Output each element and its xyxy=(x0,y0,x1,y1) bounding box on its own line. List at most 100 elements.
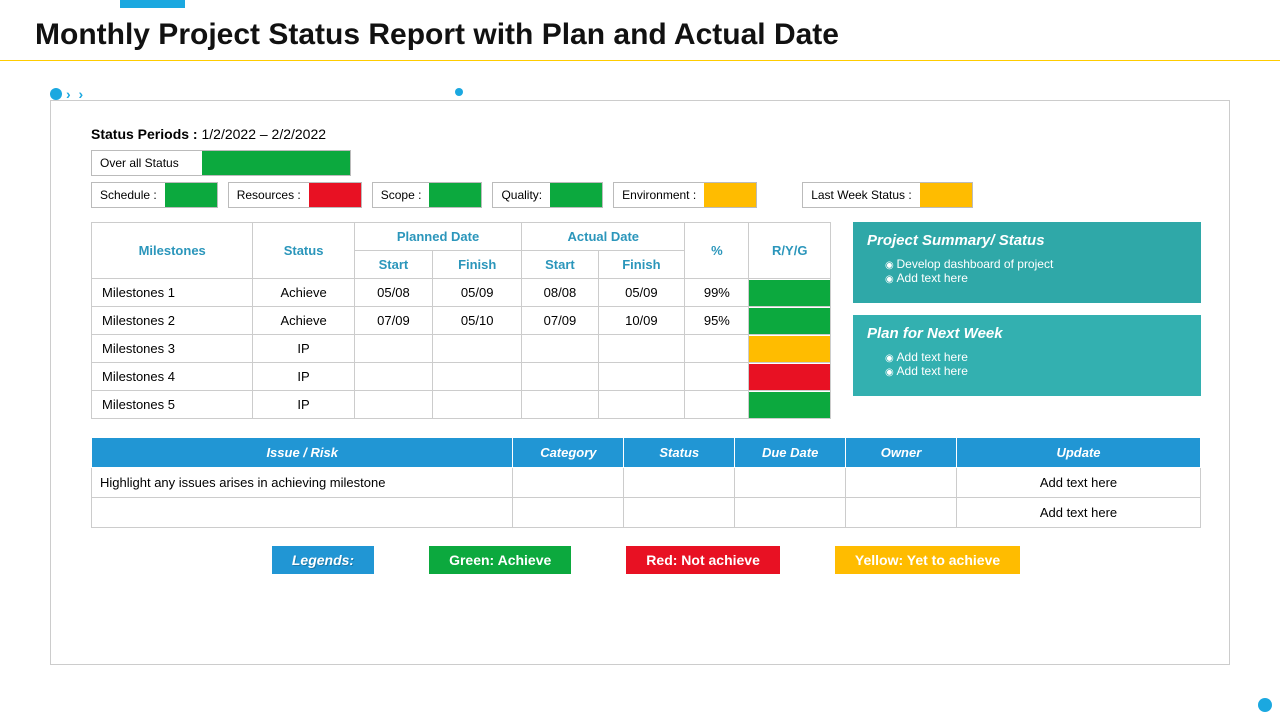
metric-scope: Scope : xyxy=(372,182,483,208)
list-item: Add text here xyxy=(885,364,1187,378)
cell-as: 07/09 xyxy=(522,307,598,335)
issue-col: Due Date xyxy=(735,438,846,468)
cell-ryg xyxy=(749,335,831,363)
nextweek-title: Plan for Next Week xyxy=(867,325,1187,342)
cell-pct: 99% xyxy=(685,279,749,307)
list-item: Develop dashboard of project xyxy=(885,257,1187,271)
list-item: Add text here xyxy=(885,271,1187,285)
metric-label: Scope : xyxy=(373,188,430,202)
cell-status: Achieve xyxy=(253,307,354,335)
cell-pct xyxy=(685,391,749,419)
cell xyxy=(846,468,957,498)
col-pstart: Start xyxy=(354,251,432,279)
col-milestones: Milestones xyxy=(92,223,253,279)
metric-label: Last Week Status : xyxy=(803,188,920,202)
table-row: Add text here xyxy=(92,498,1201,528)
cell-pf xyxy=(433,391,522,419)
cell-ps xyxy=(354,335,432,363)
cell-pct xyxy=(685,363,749,391)
list-item: Add text here xyxy=(885,350,1187,364)
top-accent xyxy=(120,0,185,8)
cell-ryg xyxy=(749,307,831,335)
table-row: Milestones 4IP xyxy=(92,363,831,391)
cell-ryg xyxy=(749,391,831,419)
cell-name: Milestones 2 xyxy=(92,307,253,335)
col-afinish: Finish xyxy=(598,251,685,279)
cell-as xyxy=(522,335,598,363)
issue-table: Issue / RiskCategoryStatusDue DateOwnerU… xyxy=(91,437,1201,528)
cell-pf: 05/10 xyxy=(433,307,522,335)
cell xyxy=(624,468,735,498)
cell-name: Milestones 4 xyxy=(92,363,253,391)
cell-af: 05/09 xyxy=(598,279,685,307)
cell-status: IP xyxy=(253,363,354,391)
cell-af xyxy=(598,391,685,419)
content-row: Milestones Status Planned Date Actual Da… xyxy=(91,222,1201,419)
cell-pf: 05/09 xyxy=(433,279,522,307)
cell-name: Milestones 1 xyxy=(92,279,253,307)
cell-pct: 95% xyxy=(685,307,749,335)
cell-as: 08/08 xyxy=(522,279,598,307)
metric-resources: Resources : xyxy=(228,182,362,208)
next-week-panel: Plan for Next Week Add text hereAdd text… xyxy=(853,315,1201,396)
cell-name: Milestones 5 xyxy=(92,391,253,419)
metric-swatch xyxy=(165,183,217,207)
cell-as xyxy=(522,363,598,391)
summary-list: Develop dashboard of projectAdd text her… xyxy=(867,257,1187,285)
deco-dot xyxy=(50,88,62,100)
table-row: Highlight any issues arises in achieving… xyxy=(92,468,1201,498)
col-actual: Actual Date xyxy=(522,223,685,251)
cell-af: 10/09 xyxy=(598,307,685,335)
table-row: Milestones 5IP xyxy=(92,391,831,419)
cell: Highlight any issues arises in achieving… xyxy=(92,468,513,498)
issue-col: Update xyxy=(956,438,1200,468)
col-planned: Planned Date xyxy=(354,223,522,251)
cell: Add text here xyxy=(956,468,1200,498)
metric-label: Environment : xyxy=(614,188,704,202)
legend-title: Legends: xyxy=(272,546,374,574)
metric-label: Quality: xyxy=(493,188,550,202)
legend-yellow: Yellow: Yet to achieve xyxy=(835,546,1020,574)
metric-swatch xyxy=(429,183,481,207)
legend-red: Red: Not achieve xyxy=(626,546,780,574)
status-period-value: 1/2/2022 – 2/2/2022 xyxy=(198,126,326,142)
project-summary-panel: Project Summary/ Status Develop dashboar… xyxy=(853,222,1201,303)
metric-label: Resources : xyxy=(229,188,309,202)
col-astart: Start xyxy=(522,251,598,279)
col-ryg: R/Y/G xyxy=(749,223,831,279)
cell xyxy=(846,498,957,528)
col-pct: % xyxy=(685,223,749,279)
status-period-label: Status Periods : xyxy=(91,126,198,142)
cell-pf xyxy=(433,335,522,363)
overall-swatch xyxy=(202,151,350,175)
metric-quality: Quality: xyxy=(492,182,603,208)
legend-green: Green: Achieve xyxy=(429,546,571,574)
table-row: Milestones 1Achieve05/0805/0908/0805/099… xyxy=(92,279,831,307)
cell-status: Achieve xyxy=(253,279,354,307)
cell xyxy=(92,498,513,528)
milestones-table: Milestones Status Planned Date Actual Da… xyxy=(91,222,831,419)
cell xyxy=(624,498,735,528)
metric-swatch xyxy=(920,183,972,207)
cell-af xyxy=(598,363,685,391)
cell xyxy=(735,498,846,528)
cell-as xyxy=(522,391,598,419)
cell-ps: 05/08 xyxy=(354,279,432,307)
metrics-row: Schedule : Resources : Scope : Quality: Envi… xyxy=(91,182,1201,208)
top-divider xyxy=(0,60,1280,61)
metric-swatch xyxy=(704,183,756,207)
metric-environment: Environment : xyxy=(613,182,757,208)
issue-col: Owner xyxy=(846,438,957,468)
cell-name: Milestones 3 xyxy=(92,335,253,363)
issue-col: Issue / Risk xyxy=(92,438,513,468)
main-container: Status Periods : 1/2/2022 – 2/2/2022 Ove… xyxy=(50,100,1230,665)
table-row: Milestones 3IP xyxy=(92,335,831,363)
cell-af xyxy=(598,335,685,363)
nextweek-list: Add text hereAdd text here xyxy=(867,350,1187,378)
cell xyxy=(513,498,624,528)
col-status: Status xyxy=(253,223,354,279)
cell: Add text here xyxy=(956,498,1200,528)
cell-pf xyxy=(433,363,522,391)
cell-status: IP xyxy=(253,391,354,419)
metric-label: Schedule : xyxy=(92,188,165,202)
